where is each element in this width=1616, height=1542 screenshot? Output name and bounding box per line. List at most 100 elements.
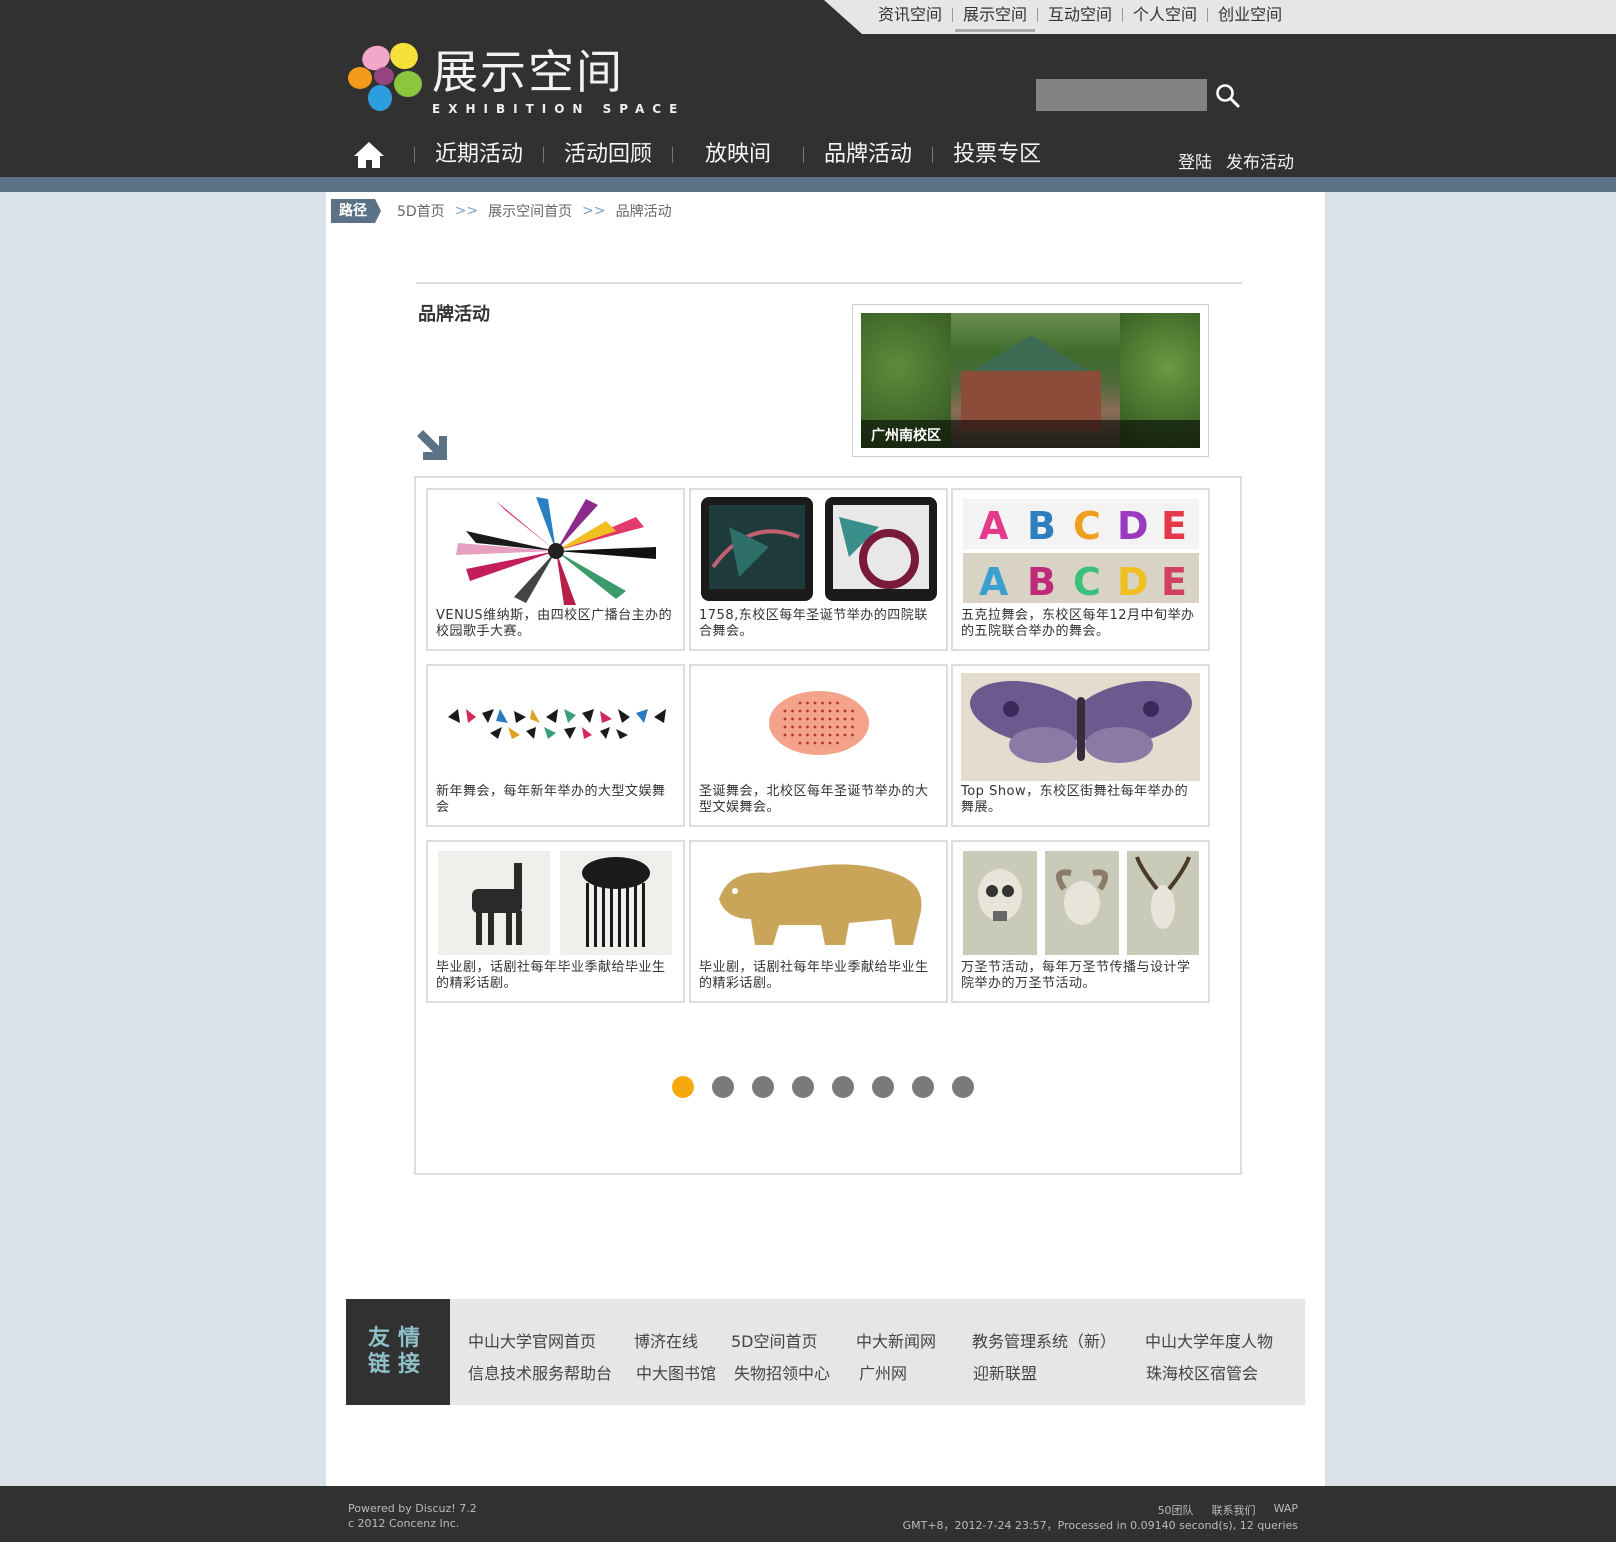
slider-caption: 广州南校区	[871, 428, 941, 444]
svg-text:A: A	[979, 560, 1009, 604]
link-sysu-home[interactable]: 中山大学官网首页	[468, 1328, 596, 1352]
thumbnail-graduation-bear[interactable]	[699, 849, 938, 957]
pattern-dot	[798, 717, 802, 721]
arrow-down-right-icon	[417, 430, 447, 460]
pattern-dot	[836, 717, 839, 721]
page-dot[interactable]	[712, 1076, 734, 1098]
link-academic-system[interactable]: 教务管理系统（新）	[972, 1328, 1116, 1352]
search-input[interactable]	[1036, 79, 1207, 111]
page-dot[interactable]	[752, 1076, 774, 1098]
footer-link-team[interactable]: 50团队	[1158, 1502, 1194, 1518]
gallery-card[interactable]: 圣诞舞会，北校区每年圣诞节举办的大型文娱舞会。	[689, 664, 948, 827]
topnav-interaction[interactable]: 互动空间	[1038, 4, 1122, 26]
image-slider[interactable]: 广州南校区	[852, 304, 1209, 457]
pattern-dot	[813, 717, 817, 721]
pattern-dot	[843, 733, 847, 737]
link-sysu-news[interactable]: 中大新闻网	[856, 1328, 936, 1352]
pattern-dot	[836, 725, 839, 729]
page-dot[interactable]	[672, 1076, 694, 1098]
breadcrumb-separator: >>	[454, 203, 479, 219]
pattern-dot	[806, 741, 809, 745]
pattern-dot	[836, 741, 839, 745]
copyright: c 2012 Concenz Inc.	[348, 1517, 460, 1530]
logo-flower-icon[interactable]	[346, 38, 436, 118]
breadcrumb-item-5d-home[interactable]: 5D首页	[397, 201, 445, 221]
gallery-caption: Top Show，东校区街舞社每年举办的舞展。	[961, 784, 1189, 815]
pattern-dot	[798, 725, 802, 729]
thumbnail-graduation-giraffe[interactable]	[436, 849, 675, 957]
nav-recent-events[interactable]: 近期活动	[415, 140, 543, 170]
nav-brand-events[interactable]: 品牌活动	[804, 140, 932, 170]
link-freshman-union[interactable]: 迎新联盟	[973, 1360, 1037, 1384]
breadcrumb-item-exhibition-home[interactable]: 展示空间首页	[488, 201, 572, 221]
page-dot[interactable]	[792, 1076, 814, 1098]
svg-text:E: E	[1161, 504, 1187, 548]
home-icon[interactable]	[352, 140, 386, 170]
link-person-of-year[interactable]: 中山大学年度人物	[1145, 1328, 1273, 1352]
slider-building-roof	[967, 335, 1095, 375]
nav-event-review[interactable]: 活动回顾	[544, 140, 672, 170]
gallery-card[interactable]: 万圣节活动，每年万圣节传播与设计学院举办的万圣节活动。	[951, 840, 1210, 1003]
search-icon[interactable]	[1214, 82, 1242, 110]
gallery-card[interactable]: 毕业剧，话剧社每年毕业季献给毕业生的精彩话剧。	[426, 840, 685, 1003]
topnav-startup[interactable]: 创业空间	[1208, 4, 1292, 26]
main-nav: 近期活动 活动回顾 放映间 品牌活动 投票专区	[352, 140, 1061, 170]
link-lost-found[interactable]: 失物招领中心	[734, 1360, 830, 1384]
pattern-dot	[813, 741, 817, 745]
thumbnail-venus[interactable]	[436, 497, 675, 605]
pattern-dot	[843, 725, 847, 729]
gallery-card[interactable]: Top Show，东校区街舞社每年举办的舞展。	[951, 664, 1210, 827]
pattern-dot	[836, 733, 839, 737]
logo-title: 展示空间	[432, 45, 624, 99]
publish-event-link[interactable]: 发布活动	[1226, 148, 1294, 173]
link-guangzhou-net[interactable]: 广州网	[859, 1360, 907, 1384]
thumbnail-halloween[interactable]	[961, 849, 1200, 957]
thumbnail-1758[interactable]	[699, 497, 938, 605]
nav-screening-room[interactable]: 放映间	[673, 140, 803, 170]
gallery-card[interactable]: VENUS维纳斯，由四校区广播台主办的校园歌手大赛。	[426, 488, 685, 651]
pattern-dot	[821, 741, 824, 745]
nav-voting[interactable]: 投票专区	[933, 140, 1061, 170]
link-5d-home[interactable]: 5D空间首页	[731, 1328, 818, 1352]
pattern-dot	[798, 733, 802, 737]
footer-link-contact[interactable]: 联系我们	[1212, 1502, 1256, 1518]
breadcrumb-item-brand-events: 品牌活动	[615, 204, 672, 220]
page-dot[interactable]	[872, 1076, 894, 1098]
pattern-dot	[851, 717, 854, 721]
link-library[interactable]: 中大图书馆	[636, 1360, 716, 1384]
topnav-exhibition[interactable]: 展示空间	[953, 4, 1037, 32]
pattern-dot	[798, 709, 802, 713]
slider-caption-bar: 广州南校区	[861, 420, 1200, 448]
site-header: 资讯空间 展示空间 互动空间 个人空间 创业空间 展示空间 EXHIBITION…	[0, 0, 1616, 177]
friend-links: 友情 链接 中山大学官网首页 博济在线 5D空间首页 中大新闻网 教务管理系统（…	[346, 1299, 1305, 1405]
topnav-personal[interactable]: 个人空间	[1123, 4, 1207, 26]
link-zhuhai-dorm[interactable]: 珠海校区宿管会	[1146, 1360, 1258, 1384]
svg-text:B: B	[1027, 504, 1056, 548]
svg-text:C: C	[1073, 504, 1101, 548]
link-boji-online[interactable]: 博济在线	[634, 1328, 698, 1352]
thumbnail-christmas[interactable]	[699, 673, 938, 781]
page-title: 品牌活动	[418, 304, 490, 325]
page-dot[interactable]	[912, 1076, 934, 1098]
gallery-card[interactable]: 1758,东校区每年圣诞节举办的四院联合舞会。	[689, 488, 948, 651]
svg-text:D: D	[1117, 504, 1149, 548]
pattern-dot	[821, 709, 824, 713]
topnav-news[interactable]: 资讯空间	[868, 4, 952, 26]
link-it-helpdesk[interactable]: 信息技术服务帮助台	[468, 1360, 612, 1384]
gallery-card[interactable]: 新年舞会，每年新年举办的大型文娱舞会	[426, 664, 685, 827]
thumbnail-new-year[interactable]	[436, 673, 675, 781]
friend-links-label-2: 链接	[367, 1352, 428, 1377]
thumbnail-top-show[interactable]	[961, 673, 1200, 781]
slider-image[interactable]: 广州南校区	[861, 313, 1200, 448]
pattern-dot	[791, 709, 794, 713]
login-link[interactable]: 登陆	[1178, 148, 1212, 173]
svg-text:E: E	[1161, 560, 1187, 604]
page-dot[interactable]	[952, 1076, 974, 1098]
gallery-card[interactable]: 毕业剧，话剧社每年毕业季献给毕业生的精彩话剧。	[689, 840, 948, 1003]
footer-link-wap[interactable]: WAP	[1274, 1502, 1298, 1518]
thumbnail-abcde[interactable]: AB CD E AB CD E	[961, 497, 1200, 605]
page-dot[interactable]	[832, 1076, 854, 1098]
pattern-dot	[851, 709, 854, 713]
pattern-dot	[828, 741, 832, 745]
gallery-card[interactable]: AB CD E AB CD E 五克拉舞会，东校区每年12月中旬举办的五院联合举…	[951, 488, 1210, 651]
